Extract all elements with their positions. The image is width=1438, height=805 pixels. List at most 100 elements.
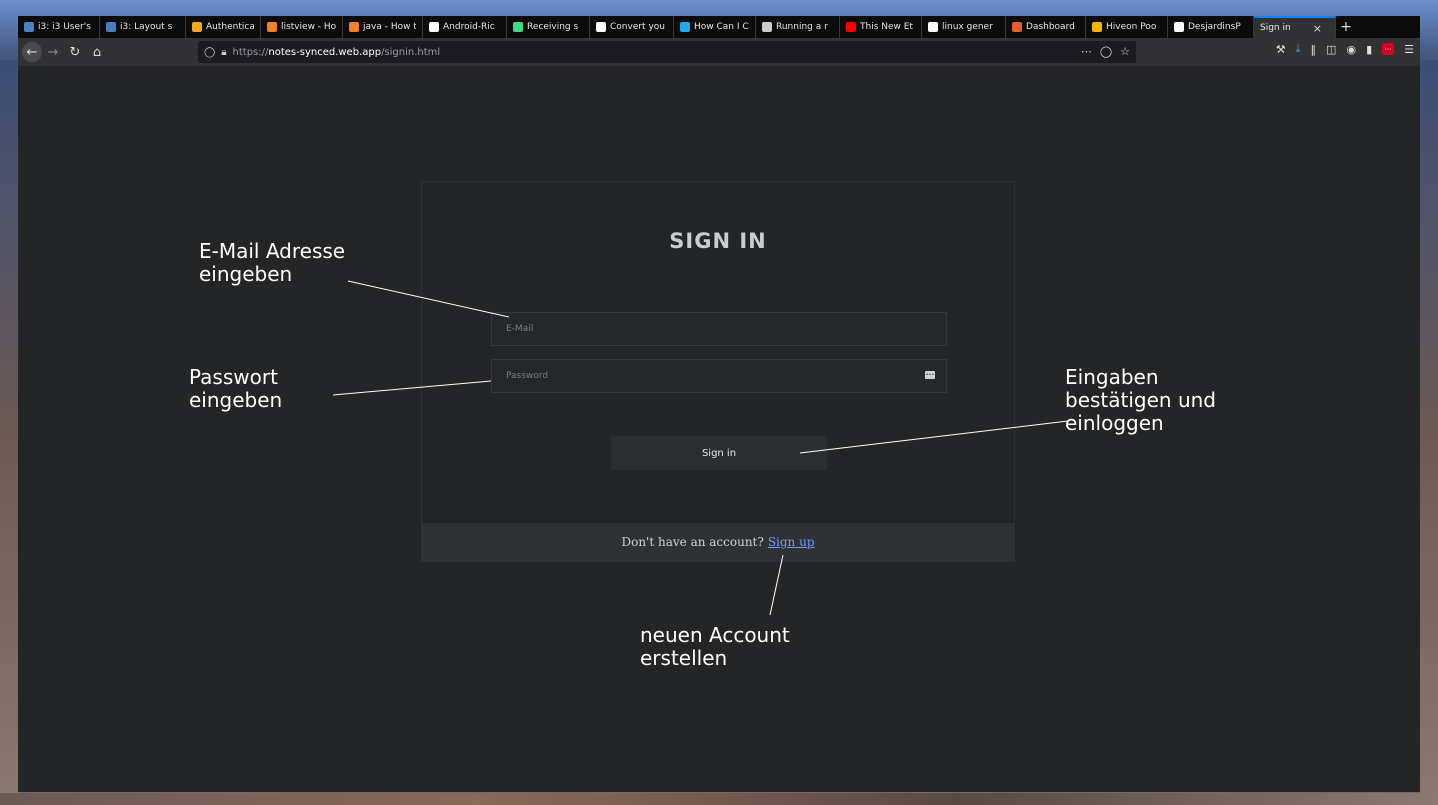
tab[interactable]: Android-Ric	[423, 16, 507, 38]
tab[interactable]: Running a r	[756, 16, 840, 38]
wallpaper-right-edge	[1420, 60, 1438, 805]
toolbar-right: ⚒ ⤓ ‖ ◫ ◉ ▮ ⋯ ☰	[1276, 42, 1414, 56]
url-path: /signin.html	[381, 46, 441, 58]
tab[interactable]: Authenticat	[186, 16, 261, 38]
annotation-password-line: Passwort	[189, 365, 278, 389]
stackoverflow-icon	[267, 22, 277, 32]
tab-label: Sign in	[1260, 23, 1291, 33]
tab-label: Hiveon Poo	[1106, 22, 1157, 32]
extension-red-icon[interactable]: ⋯	[1382, 43, 1395, 55]
firebase-icon	[192, 22, 202, 32]
reload-button[interactable]: ↻	[64, 41, 86, 63]
annotation-signup: neuen Account erstellen	[640, 624, 790, 670]
tab-label: Authenticat	[206, 22, 254, 32]
tab-label: Running a r	[776, 22, 828, 32]
annotation-password: Passwort eingeben	[189, 366, 282, 412]
medium-icon	[596, 22, 606, 32]
arrow-right-icon: →	[47, 44, 59, 60]
tab-label: Dashboard	[1026, 22, 1075, 32]
pocket-icon[interactable]: ◯	[1100, 45, 1112, 58]
card-footer: Don't have an account? Sign up	[422, 523, 1014, 561]
page-actions-icon[interactable]: ⋯	[1081, 45, 1092, 58]
shield-icon: ◯	[204, 46, 216, 58]
arrow-left-icon: ←	[26, 44, 38, 60]
tab[interactable]: linux gener	[922, 16, 1006, 38]
tab-label: Android-Ric	[443, 22, 495, 32]
password-manager-key-icon[interactable]: •••	[925, 371, 935, 379]
tab[interactable]: DesjardinsP	[1168, 16, 1254, 38]
annotation-signup-line: erstellen	[640, 646, 728, 670]
tab[interactable]: listview - Ho	[261, 16, 343, 38]
tab-label: java - How t	[363, 22, 416, 32]
tab-active[interactable]: Sign in ×	[1254, 16, 1336, 38]
i3-icon	[106, 22, 116, 32]
tab-label: DesjardinsP	[1188, 22, 1241, 32]
extension-icon[interactable]: ▮	[1366, 43, 1372, 56]
bookmark-star-icon[interactable]: ☆	[1120, 45, 1130, 58]
home-icon: ⌂	[92, 44, 102, 60]
github-icon	[1174, 22, 1184, 32]
url-host: notes-synced.web.app	[268, 46, 382, 58]
bracket-icon	[680, 22, 690, 32]
hammer-icon	[1012, 22, 1022, 32]
tab-label: i3: Layout s	[120, 22, 173, 32]
library-icon[interactable]: ‖	[1311, 43, 1317, 56]
wrench-icon[interactable]: ⚒	[1276, 43, 1286, 56]
download-icon[interactable]: ⤓	[1296, 42, 1301, 56]
menu-icon[interactable]: ☰	[1404, 43, 1414, 56]
tab[interactable]: How Can I C	[674, 16, 756, 38]
wallpaper-left-edge	[0, 60, 18, 805]
card-title: SIGN IN	[669, 229, 767, 253]
signin-card: SIGN IN ••• Sign in Don't have an accoun…	[421, 181, 1015, 562]
tab[interactable]: Hiveon Poo	[1086, 16, 1168, 38]
tab-label: Receiving s	[527, 22, 579, 32]
reload-icon: ↻	[69, 44, 81, 60]
annotation-signin-line: Eingaben	[1065, 365, 1159, 389]
new-tab-button[interactable]: +	[1336, 16, 1356, 38]
annotation-signin-line: bestätigen und	[1065, 388, 1216, 412]
tab[interactable]: Convert you	[590, 16, 674, 38]
url-prefix: https://	[232, 46, 269, 58]
tab-label: linux gener	[942, 22, 993, 32]
tab[interactable]: This New Et	[840, 16, 922, 38]
tab-label: How Can I C	[694, 22, 749, 32]
email-input[interactable]	[491, 312, 947, 346]
lock-icon: 🔒︎	[221, 46, 227, 58]
annotation-signin-line: einloggen	[1065, 411, 1164, 435]
tab-label: Convert you	[610, 22, 665, 32]
tab[interactable]: i3: i3 User's	[18, 16, 100, 38]
home-button[interactable]: ⌂	[86, 41, 108, 63]
page-content: SIGN IN ••• Sign in Don't have an accoun…	[18, 66, 1420, 792]
tab[interactable]: Receiving s	[507, 16, 590, 38]
sidebar-icon[interactable]: ◫	[1326, 43, 1336, 56]
tab[interactable]: Dashboard	[1006, 16, 1086, 38]
stackoverflow-icon	[349, 22, 359, 32]
annotation-signup-line: neuen Account	[640, 623, 790, 647]
github-icon	[429, 22, 439, 32]
tab-label: i3: i3 User's	[38, 22, 91, 32]
url-bar[interactable]: ◯ 🔒︎ https://notes-synced.web.app/signin…	[198, 41, 1136, 63]
tab[interactable]: i3: Layout s	[100, 16, 186, 38]
hiveon-icon	[1092, 22, 1102, 32]
password-input[interactable]	[491, 359, 947, 393]
tab-label: This New Et	[860, 22, 913, 32]
google-icon	[928, 22, 938, 32]
annotation-email-line: eingeben	[199, 262, 293, 286]
browser-window: i3: i3 User's i3: Layout s Authenticat list…	[18, 16, 1420, 792]
account-icon[interactable]: ◉	[1346, 43, 1356, 56]
close-tab-icon[interactable]: ×	[1313, 22, 1322, 35]
android-icon	[513, 22, 523, 32]
forward-button[interactable]: →	[42, 41, 64, 63]
wallpaper-bottom-edge	[0, 793, 1438, 805]
annotation-email: E-Mail Adresse eingeben	[199, 240, 345, 286]
annotation-email-line: E-Mail Adresse	[199, 239, 346, 263]
youtube-icon	[846, 22, 856, 32]
tab-label: listview - Ho	[281, 22, 336, 32]
footer-text: Don't have an account?	[621, 535, 764, 549]
linux-icon	[762, 22, 772, 32]
annotation-password-line: eingeben	[189, 388, 283, 412]
back-button[interactable]: ←	[22, 42, 42, 62]
tab[interactable]: java - How t	[343, 16, 423, 38]
signin-button[interactable]: Sign in	[611, 436, 827, 470]
signup-link[interactable]: Sign up	[768, 535, 815, 549]
